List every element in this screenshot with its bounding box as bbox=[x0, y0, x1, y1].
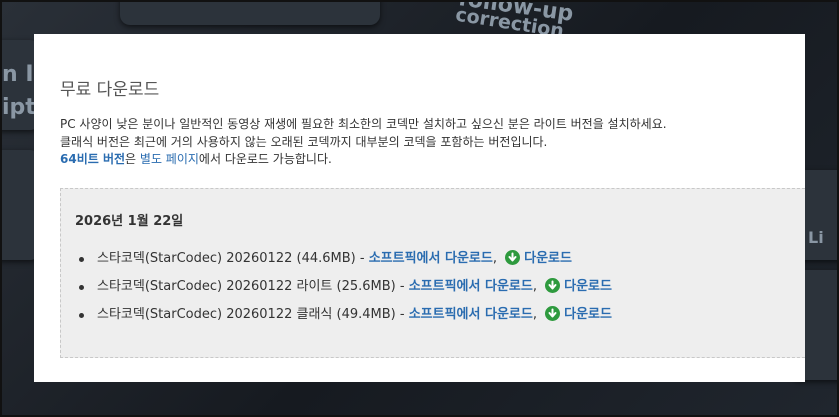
download-icon[interactable] bbox=[545, 278, 561, 293]
separator: - bbox=[395, 307, 409, 322]
bullet bbox=[79, 285, 84, 290]
file-name: 스타코덱(StarCodec) 20260122 클래식 (49.4MB) bbox=[97, 307, 396, 322]
page-title: 무료 다운로드 bbox=[60, 80, 160, 100]
direct-download-link[interactable]: 다운로드 bbox=[564, 279, 612, 294]
desc-line-1: PC 사양이 낮은 분이나 일반적인 동영상 재생에 필요한 최소한의 코덱만 … bbox=[60, 117, 667, 131]
softpick-download-link[interactable]: 소프트픽에서 다운로드 bbox=[409, 279, 533, 294]
link-64bit-version[interactable]: 64비트 버전 bbox=[60, 152, 125, 166]
desc-line-2: 클래식 버전은 최근에 거의 사용하지 않는 오래된 코덱까지 대부분의 코덱을… bbox=[60, 134, 548, 149]
bullet bbox=[79, 313, 84, 318]
file-name: 스타코덱(StarCodec) 20260122 라이트 (25.6MB) bbox=[97, 279, 396, 294]
file-name: 스타코덱(StarCodec) 20260122 (44.6MB) bbox=[97, 251, 356, 266]
desc-line-3-mid: 은 bbox=[125, 152, 140, 166]
download-list: 스타코덱(StarCodec) 20260122 (44.6MB) - 소프트픽… bbox=[79, 250, 612, 334]
direct-download-link[interactable]: 다운로드 bbox=[564, 307, 612, 322]
download-icon[interactable] bbox=[505, 250, 521, 265]
desc-line-3-tail: 에서 다운로드 가능합니다. bbox=[198, 152, 332, 166]
comma: , bbox=[532, 279, 537, 294]
softpick-download-link[interactable]: 소프트픽에서 다운로드 bbox=[369, 251, 493, 266]
link-separate-page[interactable]: 별도 페이지 bbox=[140, 152, 199, 166]
description: PC 사양이 낮은 분이나 일반적인 동영상 재생에 필요한 최소한의 코덱만 … bbox=[60, 116, 667, 169]
list-item: 스타코덱(StarCodec) 20260122 (44.6MB) - 소프트픽… bbox=[79, 250, 612, 278]
release-box: 2026년 1월 22일 스타코덱(StarCodec) 20260122 (4… bbox=[60, 188, 805, 358]
download-panel: 무료 다운로드 PC 사양이 낮은 분이나 일반적인 동영상 재생에 필요한 최… bbox=[34, 34, 805, 382]
separator: - bbox=[355, 251, 369, 266]
download-icon[interactable] bbox=[545, 306, 561, 321]
list-item: 스타코덱(StarCodec) 20260122 라이트 (25.6MB) - … bbox=[79, 278, 612, 306]
list-item: 스타코덱(StarCodec) 20260122 클래식 (49.4MB) - … bbox=[79, 306, 612, 334]
softpick-download-link[interactable]: 소프트픽에서 다운로드 bbox=[409, 307, 533, 322]
comma: , bbox=[532, 307, 537, 322]
separator: - bbox=[395, 279, 409, 294]
comma: , bbox=[492, 251, 497, 266]
desc-line-3: 64비트 버전은 별도 페이지에서 다운로드 가능합니다. bbox=[60, 151, 667, 169]
direct-download-link[interactable]: 다운로드 bbox=[524, 251, 572, 266]
bullet bbox=[79, 257, 84, 262]
release-date: 2026년 1월 22일 bbox=[75, 214, 184, 229]
